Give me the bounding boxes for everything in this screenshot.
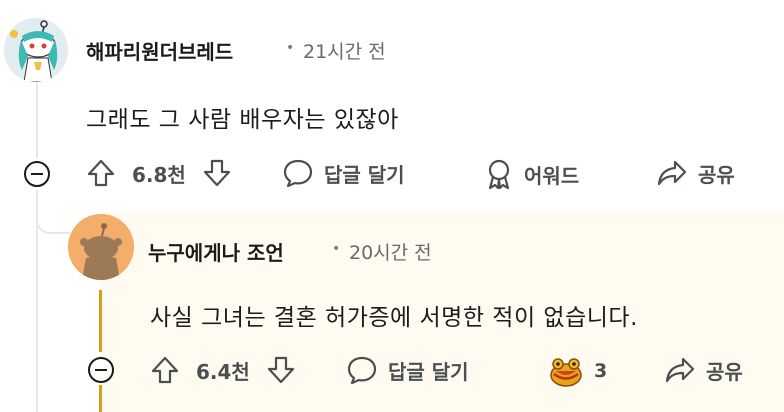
vote-count: 6.8천 (132, 162, 186, 187)
meta-separator: • (286, 40, 295, 56)
reply-highlight-line (99, 290, 102, 352)
reply-button[interactable]: 답글 달기 (346, 355, 469, 385)
comment-author[interactable]: 누구에게나 조언 (148, 237, 284, 266)
share-label: 공유 (698, 162, 735, 187)
reply-highlight-line (99, 385, 102, 412)
minus-circle-icon (31, 173, 43, 175)
thread-line (36, 82, 38, 158)
reply-label: 답글 달기 (388, 359, 469, 384)
award-button[interactable]: 3 (548, 353, 607, 389)
share-button[interactable]: 공유 (664, 355, 743, 385)
collapse-button[interactable] (24, 161, 50, 187)
share-arrow-icon (657, 160, 687, 186)
gold-toad-award-icon (550, 358, 582, 387)
meta-separator: • (332, 241, 341, 257)
minus-circle-icon (95, 369, 107, 371)
downvote-arrow-icon[interactable] (266, 355, 296, 385)
comment-timestamp[interactable]: 20시간 전 (349, 238, 432, 265)
share-label: 공유 (706, 359, 743, 384)
downvote-arrow-icon[interactable] (202, 158, 232, 188)
comment-body: 사실 그녀는 결혼 허가증에 서명한 적이 없습니다. (150, 305, 638, 331)
speech-bubble-icon (347, 356, 377, 385)
reply-button[interactable]: 답글 달기 (282, 158, 405, 188)
upvote-arrow-icon[interactable] (150, 355, 180, 385)
share-arrow-icon (665, 357, 695, 383)
vote-count: 6.4천 (196, 359, 250, 384)
award-ribbon-icon (488, 159, 510, 190)
share-button[interactable]: 공유 (656, 158, 735, 188)
vote-controls: 6.4천 (150, 355, 296, 385)
comment-timestamp[interactable]: 21시간 전 (303, 37, 386, 64)
upvote-arrow-icon[interactable] (86, 158, 116, 188)
award-label: 어워드 (524, 163, 580, 188)
award-count: 3 (594, 360, 608, 382)
avatar[interactable] (4, 18, 68, 82)
avatar-image (68, 214, 134, 280)
speech-bubble-icon (283, 159, 313, 188)
reply-label: 답글 달기 (324, 162, 405, 187)
avatar-image (4, 18, 68, 82)
avatar[interactable] (68, 214, 134, 280)
award-button[interactable]: 어워드 (484, 158, 579, 190)
vote-controls: 6.8천 (86, 158, 232, 188)
comment-body: 그래도 그 사람 배우자는 있잖아 (86, 107, 399, 133)
reply-connector (36, 190, 70, 234)
collapse-button[interactable] (88, 357, 114, 383)
comment-author[interactable]: 해파리원더브레드 (86, 36, 233, 65)
